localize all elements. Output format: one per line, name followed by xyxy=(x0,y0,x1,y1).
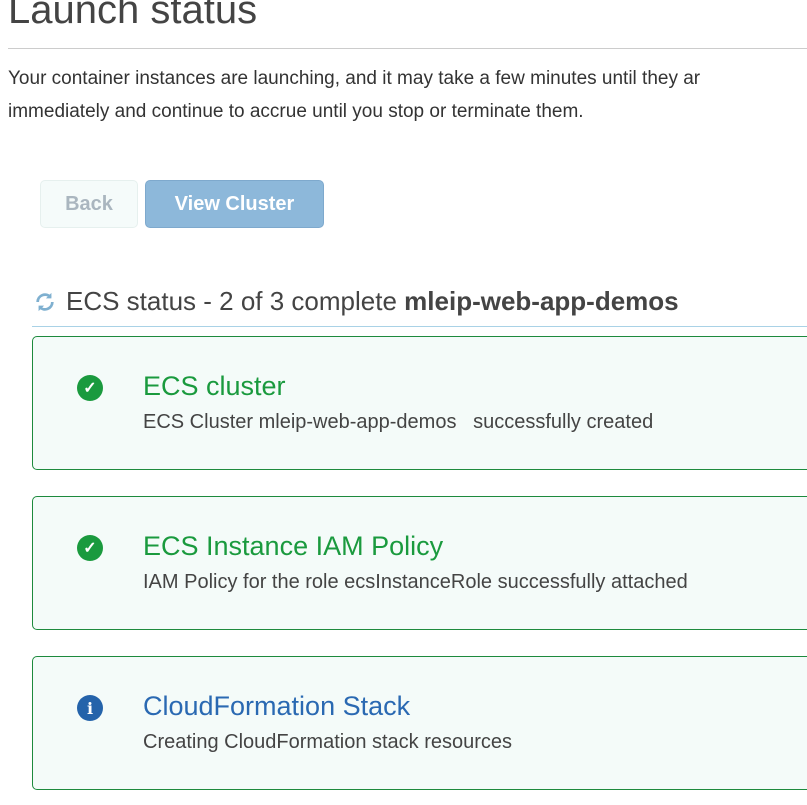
cluster-name: mleip-web-app-demos xyxy=(404,286,679,316)
status-card-cloudformation: i CloudFormation Stack Creating CloudFor… xyxy=(32,656,807,790)
intro-line: immediately and continue to accrue until… xyxy=(8,101,584,122)
intro-line: Your container instances are launching, … xyxy=(8,68,701,89)
check-circle-icon: ✓ xyxy=(77,535,103,561)
card-description: Creating CloudFormation stack resources xyxy=(143,731,513,753)
status-card-iam-policy: ✓ ECS Instance IAM Policy IAM Policy for… xyxy=(32,496,807,630)
refresh-icon xyxy=(36,292,54,311)
card-title: ECS cluster xyxy=(143,371,286,401)
view-cluster-button[interactable]: View Cluster xyxy=(145,180,324,228)
status-card-ecs-cluster: ✓ ECS cluster ECS Cluster mleip-web-app-… xyxy=(32,336,807,470)
card-title: CloudFormation Stack xyxy=(143,691,411,721)
card-title: ECS Instance IAM Policy xyxy=(143,531,444,561)
divider xyxy=(32,326,807,327)
status-text: ECS status - 2 of 3 complete xyxy=(66,286,397,316)
check-circle-icon: ✓ xyxy=(77,375,103,401)
info-circle-icon: i xyxy=(77,695,103,721)
ecs-status-heading: ECS status - 2 of 3 complete mleip-web-a… xyxy=(34,286,679,317)
back-button[interactable]: Back xyxy=(40,180,138,228)
intro-text: Your container instances are launching, … xyxy=(8,62,807,128)
page-title: Launch status xyxy=(8,0,258,32)
card-description: IAM Policy for the role ecsInstanceRole … xyxy=(143,571,688,593)
card-description: ECS Cluster mleip-web-app-demos successf… xyxy=(143,411,654,433)
divider xyxy=(8,48,807,49)
